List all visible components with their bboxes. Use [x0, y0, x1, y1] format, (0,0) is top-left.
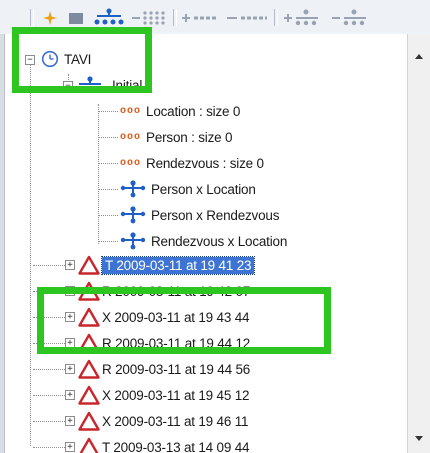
- tree-item-person[interactable]: ooo Person : size 0: [120, 125, 233, 149]
- tree-item-transaction[interactable]: X 2009-03-11 at 19 43 44: [78, 305, 250, 329]
- tree-item-label: Rendezvous x Location: [151, 233, 288, 249]
- graph-node-icon: [77, 76, 103, 92]
- tree-item-location[interactable]: ooo Location : size 0: [120, 99, 240, 123]
- vertical-scrollbar[interactable]: [407, 34, 430, 453]
- warning-triangle-icon: [78, 255, 100, 275]
- tree-guide-line: [33, 421, 65, 422]
- tree-item-transaction[interactable]: R 2009-03-11 at 19 44 56: [78, 357, 250, 381]
- branch-icon[interactable]: [282, 8, 322, 28]
- expand-toggle[interactable]: +: [65, 260, 75, 270]
- tree-root-label: TAVI: [64, 51, 92, 67]
- toolbar-separator: [173, 9, 177, 26]
- expand-toggle[interactable]: +: [65, 338, 75, 348]
- tree-item-transaction[interactable]: T 2009-03-11 at 19 41 23: [78, 253, 256, 277]
- tree-item-transaction[interactable]: T 2009-03-13 at 14 09 44: [78, 435, 250, 453]
- graph-node-icon: [120, 232, 146, 250]
- tree-item-label: R 2009-03-11 at 19 42 07: [102, 283, 251, 299]
- warning-triangle-icon: [78, 333, 100, 353]
- tree-guide-line: [98, 137, 118, 138]
- tree-guide-line: [33, 395, 65, 396]
- tree-guide-line: [33, 291, 65, 292]
- tree-item-initial[interactable]: Initial: [77, 73, 142, 97]
- sparkle-icon[interactable]: [40, 8, 60, 28]
- project-tree[interactable]: − TAVI − Initial ooo Location : size 0 o…: [5, 34, 407, 453]
- tree-item-label: X 2009-03-11 at 19 43 44: [102, 309, 250, 325]
- tree-item-label: X 2009-03-11 at 19 46 11: [102, 413, 249, 429]
- tree-item-label: Rendezvous : size 0: [146, 155, 264, 171]
- tree-guide-line: [98, 104, 99, 244]
- tree-item-person-x-rendezvous[interactable]: Person x Rendezvous: [120, 203, 279, 227]
- tree-item-transaction[interactable]: X 2009-03-11 at 19 46 11: [78, 409, 249, 433]
- graph-node-icon: [120, 206, 146, 224]
- warning-triangle-icon: [78, 411, 100, 431]
- expand-toggle[interactable]: +: [65, 416, 75, 426]
- tree-guide-line: [98, 189, 118, 190]
- tree-root[interactable]: TAVI: [41, 47, 91, 71]
- tree-item-transaction[interactable]: X 2009-03-11 at 19 45 12: [78, 383, 250, 407]
- tree-layout-icon[interactable]: [93, 8, 125, 28]
- toolbar-separator: [274, 9, 278, 26]
- tree-item-label: R 2009-03-11 at 19 44 12: [102, 335, 251, 351]
- warning-triangle-icon: [78, 359, 100, 379]
- tree-guide-line: [98, 215, 118, 216]
- scroll-down-arrow-icon[interactable]: [410, 429, 428, 447]
- tree-item-transaction[interactable]: R 2009-03-11 at 19 44 12: [78, 331, 250, 355]
- tree-guide-line: [98, 111, 118, 112]
- dot-line-icon[interactable]: [180, 8, 220, 28]
- clock-icon: [41, 50, 59, 68]
- tree-guide-line: [33, 447, 65, 448]
- graph-node-icon: [120, 180, 146, 198]
- tree-item-label: T 2009-03-13 at 14 09 44: [102, 439, 250, 453]
- container-icon: ooo: [120, 131, 142, 143]
- expand-toggle[interactable]: +: [65, 312, 75, 322]
- tree-item-label: Person x Location: [151, 181, 256, 197]
- scroll-up-arrow-icon[interactable]: [410, 48, 428, 66]
- toolbar: [0, 0, 430, 35]
- expand-toggle[interactable]: +: [65, 364, 75, 374]
- expand-toggle[interactable]: +: [65, 442, 75, 452]
- tree-guide-line: [98, 163, 118, 164]
- collapse-toggle[interactable]: −: [25, 55, 35, 65]
- container-icon: ooo: [120, 157, 142, 169]
- tree-guide-line: [33, 317, 65, 318]
- container-icon: ooo: [120, 105, 142, 117]
- warning-triangle-icon: [78, 307, 100, 327]
- dash-line-icon[interactable]: [225, 8, 269, 28]
- tree-item-label: X 2009-03-11 at 19 45 12: [102, 387, 250, 403]
- warning-triangle-icon: [78, 281, 100, 301]
- tree-guide-line: [30, 64, 31, 446]
- tree-item-rendezvous-x-location[interactable]: Rendezvous x Location: [120, 229, 287, 253]
- tree-guide-line: [33, 265, 65, 266]
- tree-item-label: Person : size 0: [146, 129, 233, 145]
- tree-item-label: T 2009-03-11 at 19 41 23: [100, 255, 256, 275]
- tree-guide-line: [33, 369, 65, 370]
- tree-item-label: R 2009-03-11 at 19 44 56: [102, 361, 251, 377]
- tree-item-person-x-location[interactable]: Person x Location: [120, 177, 256, 201]
- collapse-toggle[interactable]: −: [63, 81, 73, 91]
- warning-triangle-icon: [79, 437, 99, 453]
- toolbar-separator: [30, 9, 34, 26]
- expand-toggle[interactable]: +: [65, 390, 75, 400]
- tree-item-rendezvous[interactable]: ooo Rendezvous : size 0: [120, 151, 264, 175]
- expand-toggle[interactable]: +: [65, 286, 75, 296]
- tree-item-label: Location : size 0: [146, 103, 241, 119]
- square-icon[interactable]: [66, 8, 86, 28]
- tree-guide-line: [33, 343, 65, 344]
- warning-triangle-icon: [78, 385, 100, 405]
- tree-guide-line: [98, 241, 118, 242]
- tree-item-transaction[interactable]: R 2009-03-11 at 19 42 07: [78, 279, 250, 303]
- branch-icon[interactable]: [330, 8, 370, 28]
- dot-grid-icon[interactable]: [130, 8, 168, 28]
- tree-guide-line: [33, 86, 63, 87]
- tree-item-label: Person x Rendezvous: [151, 207, 280, 223]
- tree-item-label: Initial: [112, 77, 143, 93]
